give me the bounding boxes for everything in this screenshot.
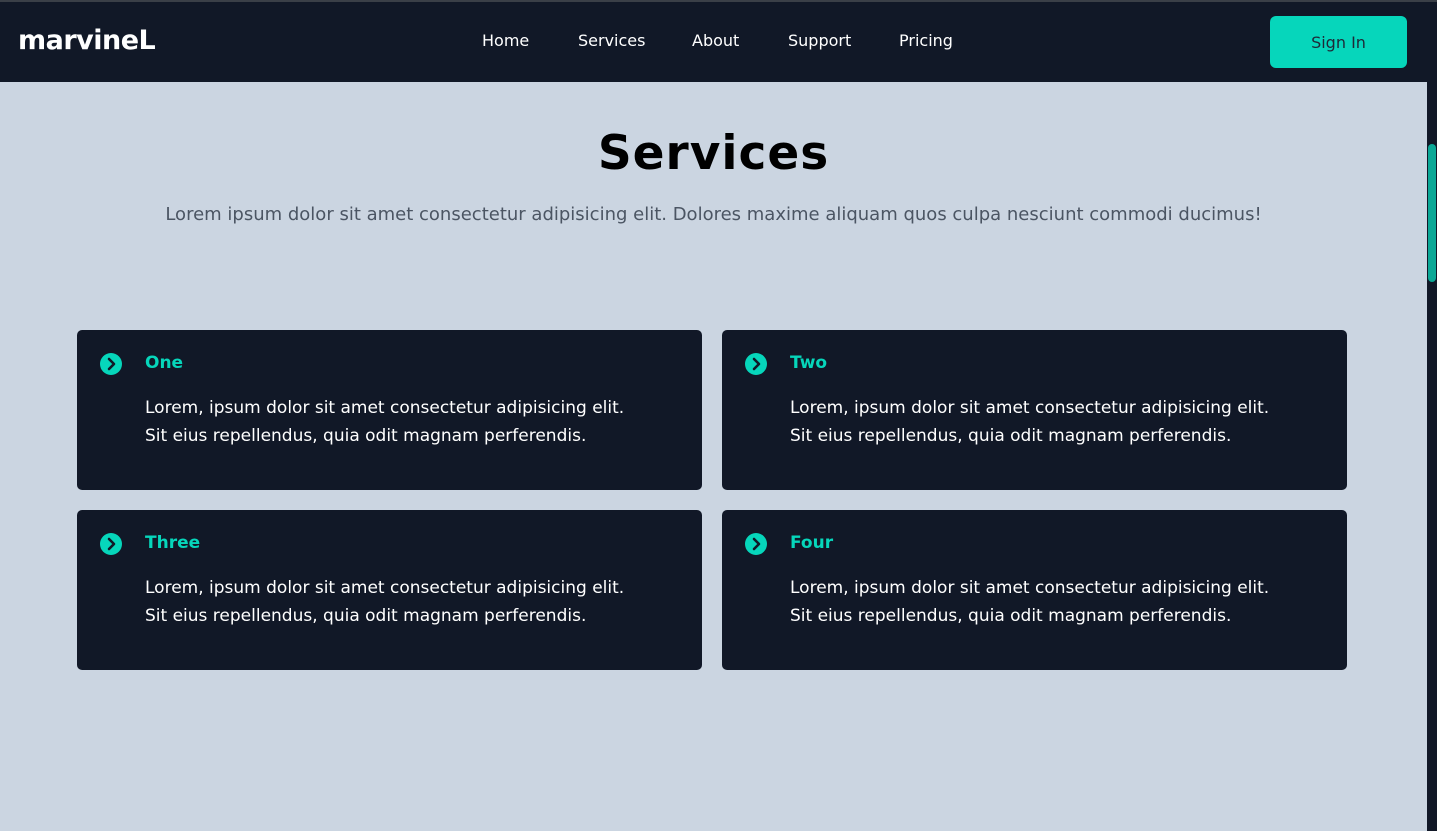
card-title: Four <box>790 533 834 553</box>
nav-link-pricing[interactable]: Pricing <box>899 31 953 51</box>
card-text: Lorem, ipsum dolor sit amet consectetur … <box>145 398 625 446</box>
chevron-circle-right-icon <box>100 353 122 375</box>
card-text: Lorem, ipsum dolor sit amet consectetur … <box>790 398 1270 446</box>
service-card-one: One Lorem, ipsum dolor sit amet consecte… <box>77 330 702 490</box>
chevron-circle-right-icon <box>100 533 122 555</box>
navbar: marvineL Home Services About Support Pri… <box>0 2 1427 82</box>
card-title: Three <box>145 533 201 553</box>
nav-link-support[interactable]: Support <box>788 31 851 51</box>
scrollbar-thumb[interactable] <box>1428 144 1436 282</box>
service-card-two: Two Lorem, ipsum dolor sit amet consecte… <box>722 330 1347 490</box>
nav-link-about[interactable]: About <box>692 31 739 51</box>
nav-link-home[interactable]: Home <box>482 31 529 51</box>
service-card-four: Four Lorem, ipsum dolor sit amet consect… <box>722 510 1347 670</box>
chevron-circle-right-icon <box>745 533 767 555</box>
service-card-three: Three Lorem, ipsum dolor sit amet consec… <box>77 510 702 670</box>
sign-in-button[interactable]: Sign In <box>1270 16 1407 68</box>
chevron-circle-right-icon <box>745 353 767 375</box>
card-title: Two <box>790 353 828 373</box>
services-section: Services Lorem ipsum dolor sit amet cons… <box>0 82 1427 831</box>
nav-link-services[interactable]: Services <box>578 31 645 51</box>
card-text: Lorem, ipsum dolor sit amet consectetur … <box>790 578 1270 626</box>
section-subtitle: Lorem ipsum dolor sit amet consectetur a… <box>165 204 1262 225</box>
brand-logo[interactable]: marvineL <box>18 24 156 58</box>
card-text: Lorem, ipsum dolor sit amet consectetur … <box>145 578 625 626</box>
card-title: One <box>145 353 184 373</box>
section-title: Services <box>597 126 830 181</box>
